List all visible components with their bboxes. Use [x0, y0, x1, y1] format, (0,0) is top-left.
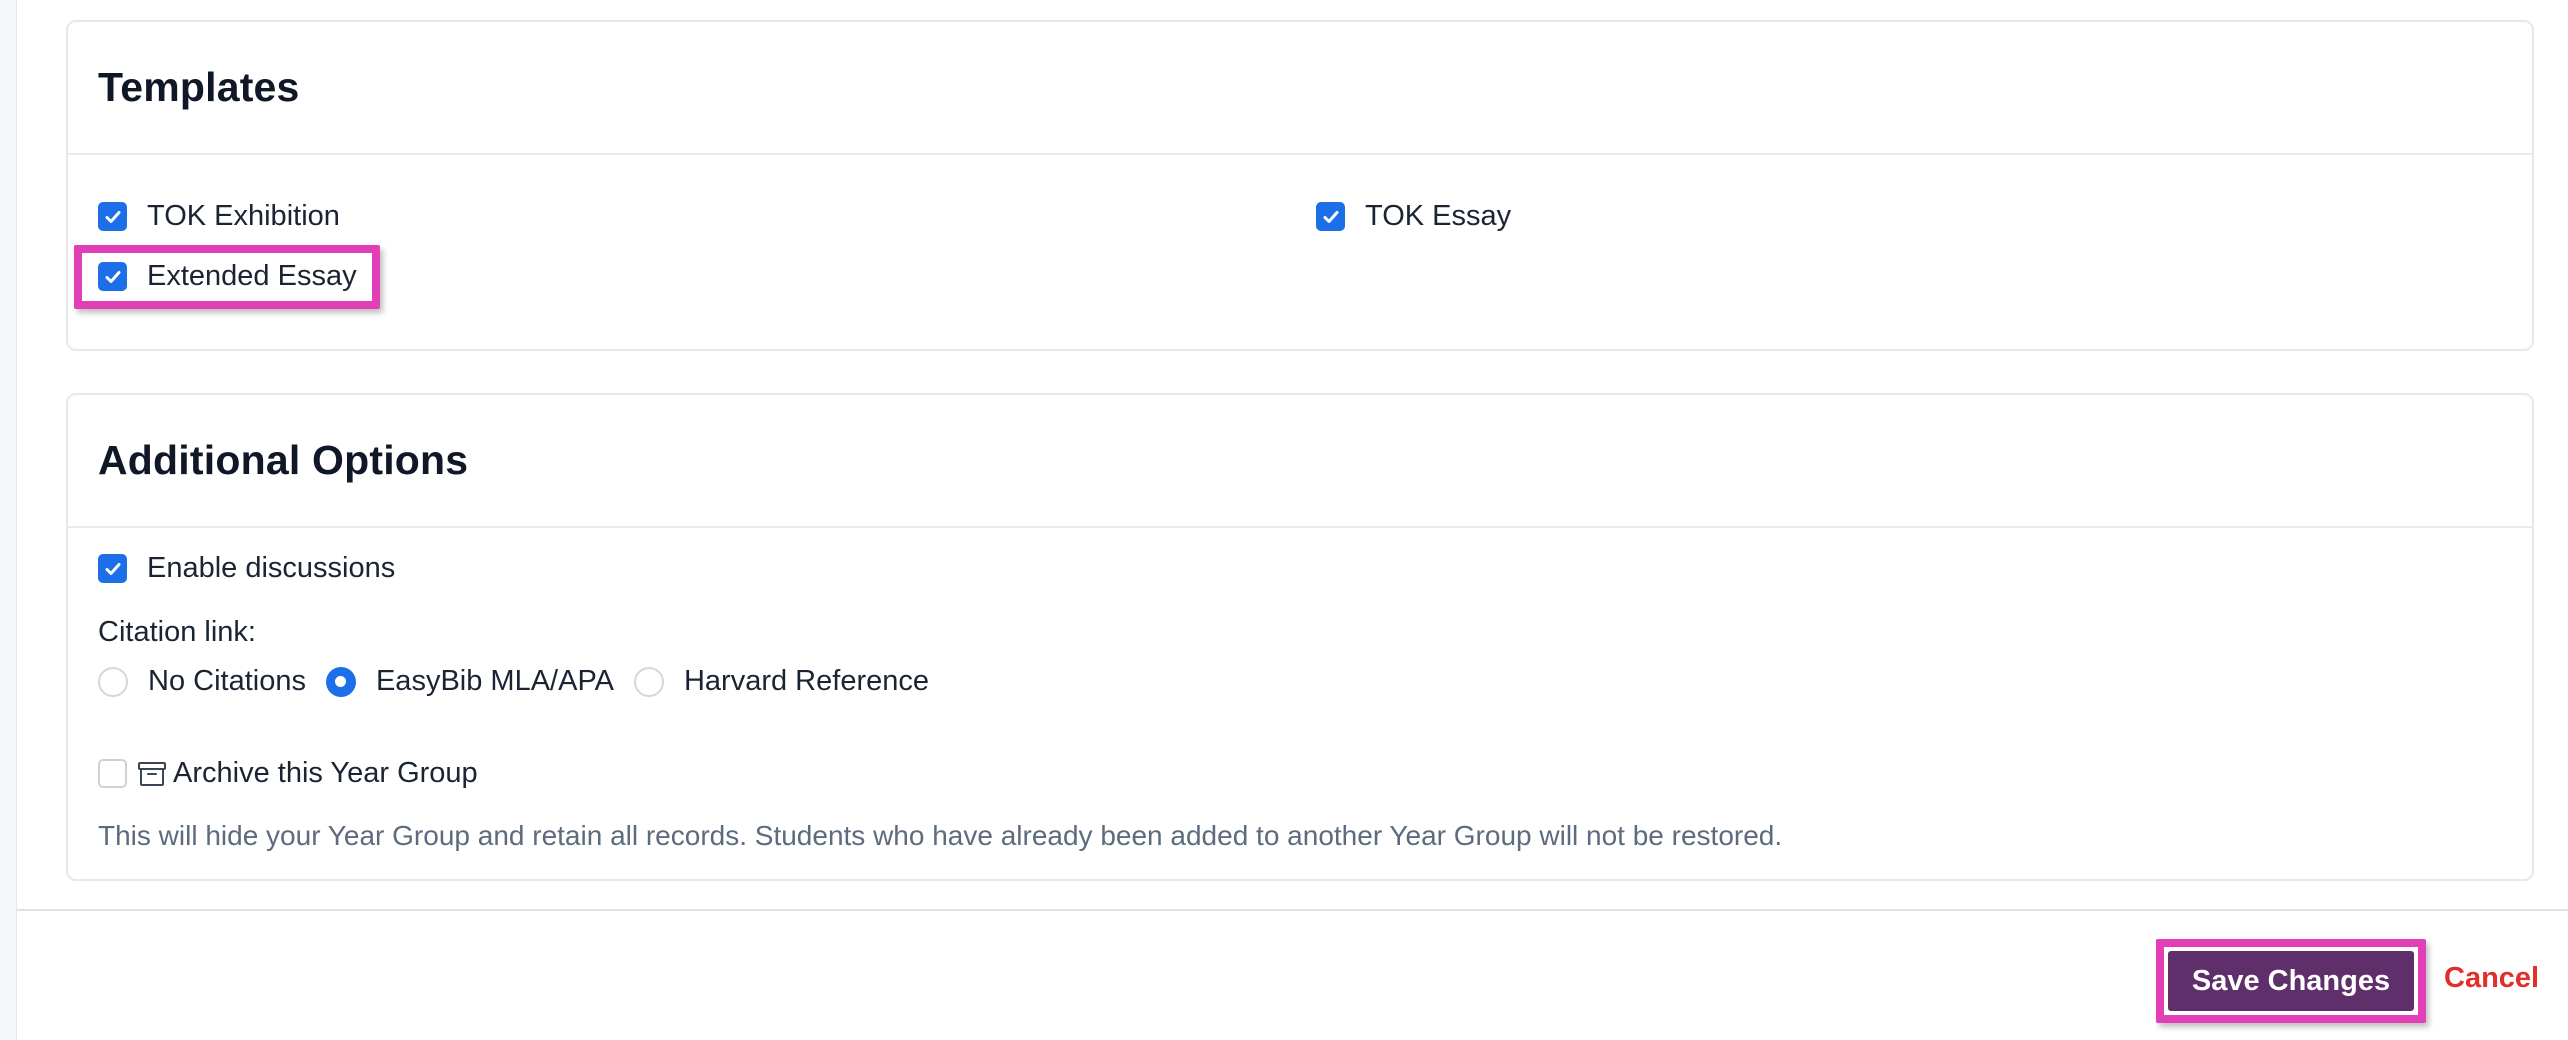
cancel-link[interactable]: Cancel	[2444, 962, 2539, 995]
templates-title: Templates	[98, 64, 300, 110]
left-rail	[0, 0, 17, 1040]
archive-year-group-checkbox[interactable]: Archive this Year Group	[98, 757, 478, 790]
templates-card: Templates	[66, 20, 2534, 351]
footer-divider	[17, 909, 2568, 911]
checkbox-checked-icon[interactable]	[98, 554, 127, 583]
archive-icon	[138, 761, 166, 786]
checkbox-unchecked-icon[interactable]	[98, 759, 127, 788]
radio-label[interactable]: EasyBib MLA/APA	[376, 665, 614, 698]
citation-link-label: Citation link:	[98, 616, 256, 648]
citation-radio-group: No Citations EasyBib MLA/APA Harvard Ref…	[98, 665, 949, 698]
additional-options-header: Additional Options	[68, 395, 2532, 528]
template-tok-essay[interactable]: TOK Essay	[1316, 200, 1511, 233]
enable-discussions-checkbox[interactable]: Enable discussions	[98, 552, 395, 585]
template-label: Extended Essay	[147, 260, 357, 292]
radio-no-citations[interactable]	[98, 666, 128, 697]
checkbox-checked-icon[interactable]	[1316, 202, 1345, 231]
additional-options-title: Additional Options	[98, 437, 469, 483]
template-tok-exhibition[interactable]: TOK Exhibition	[98, 200, 340, 233]
template-extended-essay[interactable]: Extended Essay	[98, 260, 357, 293]
template-label: TOK Essay	[1365, 200, 1512, 232]
archive-label: Archive this Year Group	[173, 757, 478, 789]
checkbox-checked-icon[interactable]	[98, 202, 127, 231]
additional-options-card: Additional Options	[66, 393, 2534, 881]
radio-harvard[interactable]	[633, 666, 664, 697]
enable-discussions-label: Enable discussions	[147, 552, 396, 584]
checkbox-checked-icon[interactable]	[98, 262, 127, 291]
radio-label[interactable]: Harvard Reference	[684, 665, 929, 698]
template-label: TOK Exhibition	[147, 200, 340, 232]
templates-header: Templates	[68, 22, 2532, 155]
archive-help-text: This will hide your Year Group and retai…	[98, 820, 1783, 851]
save-changes-button[interactable]: Save Changes	[2168, 951, 2414, 1011]
radio-label[interactable]: No Citations	[148, 665, 306, 698]
radio-easybib[interactable]	[325, 666, 356, 697]
